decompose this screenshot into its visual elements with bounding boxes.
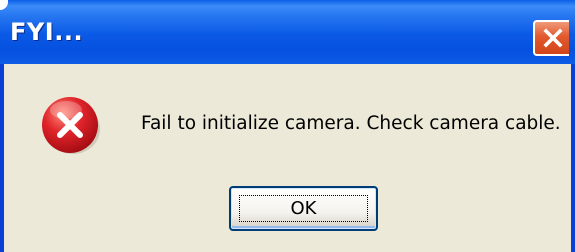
dialog-window: FYI... Fail to initialize camera. Check …	[0, 0, 575, 252]
error-icon	[42, 97, 100, 154]
title-bar[interactable]: FYI...	[0, 0, 575, 64]
close-icon	[543, 28, 563, 48]
ok-button[interactable]: OK	[229, 186, 378, 231]
error-message: Fail to initialize camera. Check camera …	[141, 113, 561, 134]
window-title: FYI...	[10, 18, 84, 46]
ok-button-label: OK	[290, 198, 317, 219]
close-button[interactable]	[533, 20, 569, 56]
